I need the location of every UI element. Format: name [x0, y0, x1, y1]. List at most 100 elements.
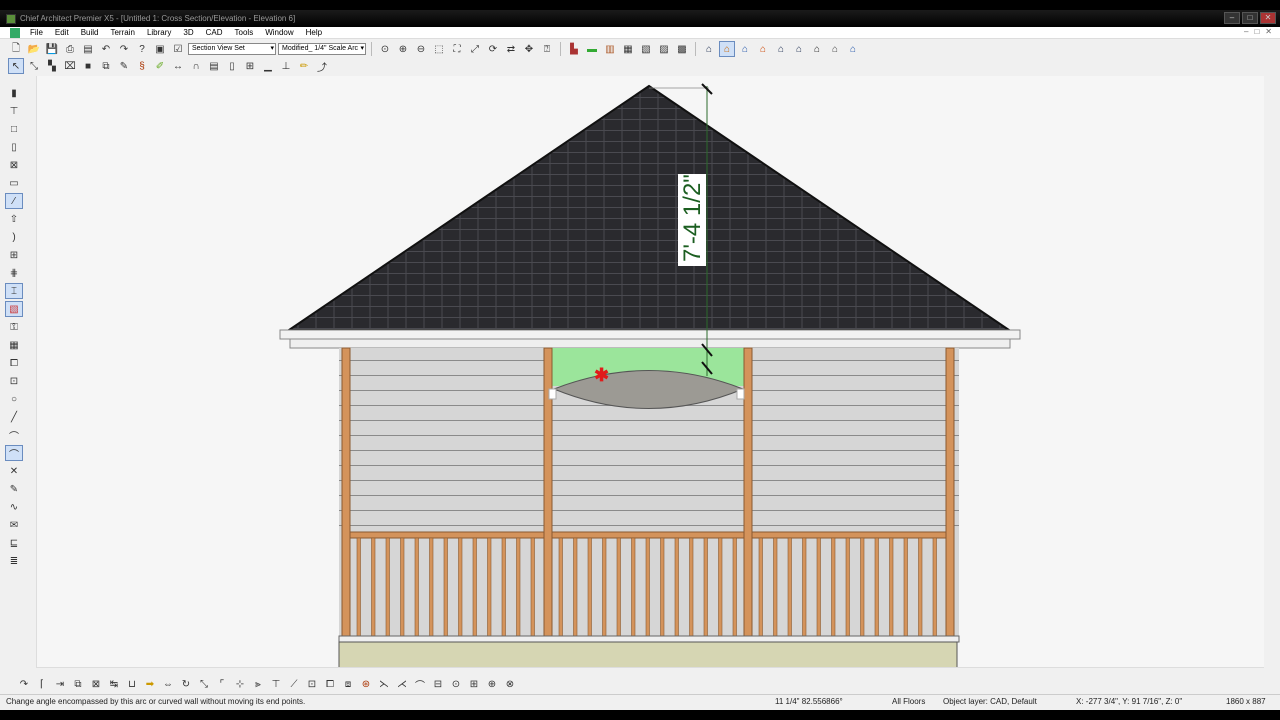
- wall-tool-icon[interactable]: ▮: [5, 85, 23, 101]
- maximize-button[interactable]: □: [1242, 12, 1258, 24]
- arc-tool-icon[interactable]: ∩: [188, 58, 204, 74]
- roof-view-1-icon[interactable]: ⌂: [701, 41, 717, 57]
- spiral-icon[interactable]: ⊛: [358, 676, 374, 692]
- zoom-in-icon[interactable]: ⊕: [395, 41, 411, 57]
- baluster[interactable]: [458, 537, 463, 637]
- drawing-canvas[interactable]: 7'-4 1/2" ✱: [36, 76, 1264, 668]
- baluster[interactable]: [787, 537, 792, 637]
- baluster[interactable]: [516, 537, 521, 637]
- dimension-label[interactable]: 7'-4 1/2": [679, 174, 706, 262]
- break-icon[interactable]: ⋋: [376, 676, 392, 692]
- terrain-icon[interactable]: ▬: [584, 41, 600, 57]
- menu-cad[interactable]: CAD: [200, 28, 229, 37]
- foundation[interactable]: [338, 641, 958, 668]
- view-set-select[interactable]: Section View Set: [188, 43, 276, 55]
- text-arrow-icon[interactable]: ⤴: [314, 58, 330, 74]
- arc-selected-icon[interactable]: ⌒: [5, 445, 23, 461]
- document-menu-icon[interactable]: [10, 27, 20, 38]
- rotate-icon[interactable]: ↻: [178, 676, 194, 692]
- open-folder-icon[interactable]: 📂: [26, 41, 42, 57]
- fill-style-icon[interactable]: ■: [80, 58, 96, 74]
- stretch-icon[interactable]: ⇔: [160, 676, 176, 692]
- dimension-box-icon[interactable]: ⌶: [5, 283, 23, 299]
- floor-plan-icon[interactable]: ▥: [602, 41, 618, 57]
- box-select-icon[interactable]: ⊡: [304, 676, 320, 692]
- transform-icon[interactable]: ⧉: [98, 58, 114, 74]
- spring-icon[interactable]: §: [134, 58, 150, 74]
- baluster[interactable]: [773, 537, 778, 637]
- horizontal-scrollbar[interactable]: [36, 667, 1264, 675]
- redo-icon[interactable]: ↷: [116, 41, 132, 57]
- stair-tool-icon[interactable]: ⊥: [278, 58, 294, 74]
- post-right[interactable]: [945, 347, 955, 641]
- mdi-restore-button[interactable]: □: [1254, 27, 1259, 36]
- end-handle-right[interactable]: [736, 388, 745, 400]
- baluster[interactable]: [616, 537, 621, 637]
- undo-icon[interactable]: ↶: [98, 41, 114, 57]
- baluster[interactable]: [703, 537, 708, 637]
- menu-file[interactable]: File: [24, 28, 49, 37]
- arrow-right-icon[interactable]: ➡: [142, 676, 158, 692]
- end-handle-left[interactable]: [548, 388, 557, 400]
- join-icon[interactable]: ⋌: [394, 676, 410, 692]
- roof-view-3-icon[interactable]: ⌂: [737, 41, 753, 57]
- baluster[interactable]: [429, 537, 434, 637]
- menu-build[interactable]: Build: [75, 28, 105, 37]
- menu-terrain[interactable]: Terrain: [104, 28, 140, 37]
- baluster[interactable]: [631, 537, 636, 637]
- porch-deck[interactable]: [338, 635, 960, 643]
- baluster[interactable]: [501, 537, 506, 637]
- label-icon[interactable]: ⊑: [5, 535, 23, 551]
- layout-icon[interactable]: ▩: [674, 41, 690, 57]
- pan-icon[interactable]: ✥: [521, 41, 537, 57]
- pencil-icon[interactable]: ✎: [116, 58, 132, 74]
- fill-window-all-icon[interactable]: ⤢: [467, 41, 483, 57]
- callout-icon[interactable]: ✉: [5, 517, 23, 533]
- fascia[interactable]: [279, 329, 1021, 340]
- arc-icon[interactable]: ⌒: [5, 427, 23, 443]
- baluster[interactable]: [758, 537, 763, 637]
- lock-icon[interactable]: ⚿: [5, 319, 23, 335]
- soffit[interactable]: [289, 338, 1011, 349]
- menu-window[interactable]: Window: [259, 28, 299, 37]
- roof-view-6-icon[interactable]: ⌂: [791, 41, 807, 57]
- refresh-icon[interactable]: ⟳: [485, 41, 501, 57]
- rotate-handle-icon[interactable]: ✱: [594, 365, 609, 385]
- offset-icon[interactable]: ⫸: [250, 676, 266, 692]
- baluster[interactable]: [918, 537, 923, 637]
- save-icon[interactable]: 💾: [44, 41, 60, 57]
- break-wall-icon[interactable]: ⊤: [5, 103, 23, 119]
- align-icon[interactable]: ⊔: [124, 676, 140, 692]
- baluster[interactable]: [718, 537, 723, 637]
- fillet-icon[interactable]: ⌜: [214, 676, 230, 692]
- menu-help[interactable]: Help: [300, 28, 328, 37]
- line-edit-icon[interactable]: ⁄: [5, 193, 23, 209]
- swap-icon[interactable]: ⇄: [503, 41, 519, 57]
- menu-tools[interactable]: Tools: [229, 28, 260, 37]
- layers-icon[interactable]: ≣: [5, 553, 23, 569]
- reflect-icon[interactable]: ⤡: [196, 676, 212, 692]
- move-icon[interactable]: ⇥: [52, 676, 68, 692]
- baluster[interactable]: [443, 537, 448, 637]
- cabinet-icon[interactable]: ▦: [620, 41, 636, 57]
- window-icon[interactable]: ⊠: [5, 157, 23, 173]
- delete-icon[interactable]: ✕: [5, 463, 23, 479]
- group-icon[interactable]: ⧈: [340, 676, 356, 692]
- edit-handles-icon[interactable]: ⤡: [26, 58, 42, 74]
- marquee-icon[interactable]: ⌧: [62, 58, 78, 74]
- zoom-window-icon[interactable]: ⬚: [431, 41, 447, 57]
- room-tool-icon[interactable]: □: [5, 121, 23, 137]
- zoom-out-icon[interactable]: ⊖: [413, 41, 429, 57]
- camera-icon[interactable]: ▙: [566, 41, 582, 57]
- mdi-close-button[interactable]: ✕: [1265, 27, 1272, 36]
- bracket-icon[interactable]: ⌈: [34, 676, 50, 692]
- line-tool-icon[interactable]: ╱: [5, 409, 23, 425]
- baluster[interactable]: [860, 537, 865, 637]
- baluster[interactable]: [414, 537, 419, 637]
- new-file-icon[interactable]: 🗋: [8, 41, 24, 57]
- hatch-icon[interactable]: ▧: [5, 301, 23, 317]
- select-objects-icon[interactable]: ↖: [8, 58, 24, 74]
- ruler-icon[interactable]: ⊞: [466, 676, 482, 692]
- baluster[interactable]: [356, 537, 361, 637]
- point-tool-icon[interactable]: ⊡: [5, 373, 23, 389]
